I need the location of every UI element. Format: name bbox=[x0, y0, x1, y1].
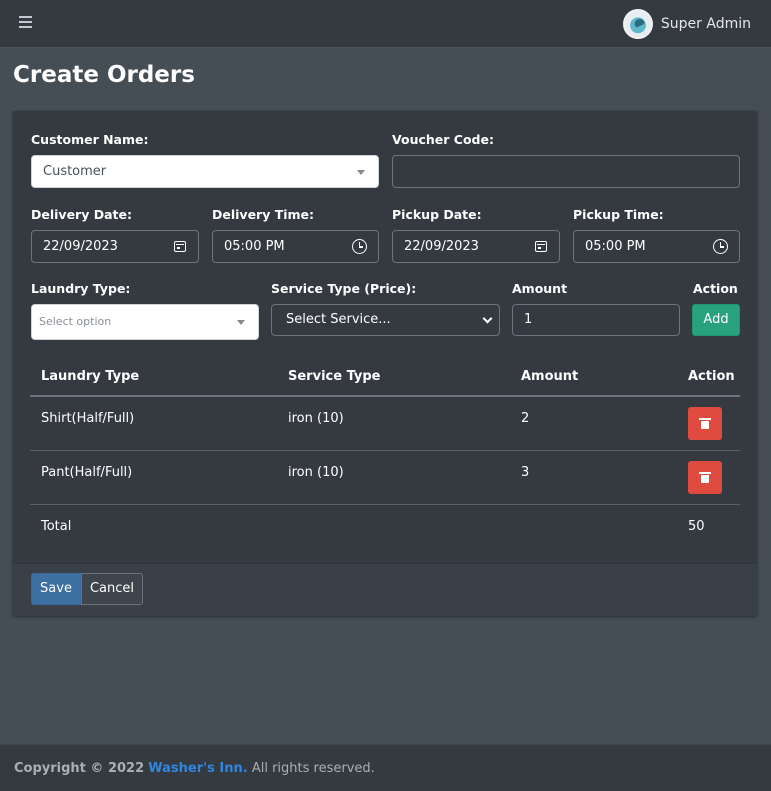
customer-select[interactable]: Customer bbox=[31, 155, 379, 188]
cancel-button[interactable]: Cancel bbox=[81, 573, 143, 605]
amount-input[interactable]: 1 bbox=[512, 304, 680, 336]
pickup-time-input[interactable]: 05:00 PM bbox=[573, 230, 740, 263]
total-label: Total bbox=[41, 519, 72, 534]
order-form-body: Customer Name: Customer Voucher Code: De… bbox=[13, 111, 757, 563]
caret-down-icon bbox=[357, 170, 365, 175]
action-label: Action bbox=[693, 281, 738, 296]
row-divider bbox=[30, 450, 740, 451]
add-button[interactable]: Add bbox=[692, 304, 740, 336]
voucher-code-input[interactable] bbox=[392, 155, 740, 188]
delivery-time-label: Delivery Time: bbox=[212, 207, 315, 222]
clock-icon[interactable] bbox=[713, 239, 728, 254]
delivery-date-label: Delivery Date: bbox=[31, 207, 132, 222]
row-service-type: iron (10) bbox=[288, 411, 344, 426]
table-header-action: Action bbox=[688, 369, 735, 384]
copyright-text: Copyright © 2022 bbox=[14, 761, 145, 776]
pickup-date-value: 22/09/2023 bbox=[404, 239, 479, 254]
laundry-type-select[interactable]: Select option bbox=[31, 304, 259, 340]
brand-link[interactable]: Washer's Inn. bbox=[148, 761, 247, 776]
trash-icon bbox=[699, 472, 711, 483]
pickup-date-label: Pickup Date: bbox=[392, 207, 482, 222]
pickup-date-input[interactable]: 22/09/2023 bbox=[392, 230, 560, 263]
voucher-code-label: Voucher Code: bbox=[392, 132, 494, 147]
amount-label: Amount bbox=[512, 281, 568, 296]
row-amount: 3 bbox=[521, 465, 530, 480]
row-divider bbox=[30, 504, 740, 505]
row-laundry-type: Shirt(Half/Full) bbox=[41, 411, 135, 426]
top-navbar: Super Admin bbox=[0, 0, 771, 48]
chevron-down-icon bbox=[482, 313, 493, 324]
row-amount: 2 bbox=[521, 411, 530, 426]
delivery-time-input[interactable]: 05:00 PM bbox=[212, 230, 379, 263]
rights-text: All rights reserved. bbox=[251, 761, 375, 776]
delivery-time-value: 05:00 PM bbox=[224, 239, 285, 254]
caret-down-icon bbox=[237, 320, 245, 325]
page-footer: Copyright © 2022 Washer's Inn. All right… bbox=[0, 744, 771, 791]
user-menu[interactable]: Super Admin bbox=[622, 8, 751, 40]
delete-row-button[interactable] bbox=[688, 461, 722, 494]
pickup-time-label: Pickup Time: bbox=[573, 207, 664, 222]
hamburger-menu-icon[interactable] bbox=[19, 16, 33, 30]
laundry-type-label: Laundry Type: bbox=[31, 281, 131, 296]
clock-icon[interactable] bbox=[352, 239, 367, 254]
avatar bbox=[622, 9, 653, 39]
delete-row-button[interactable] bbox=[688, 407, 722, 440]
service-type-select[interactable]: Select Service... bbox=[271, 304, 500, 336]
total-value: 50 bbox=[688, 519, 705, 534]
save-button[interactable]: Save bbox=[31, 573, 81, 605]
row-service-type: iron (10) bbox=[288, 465, 344, 480]
delivery-date-value: 22/09/2023 bbox=[43, 239, 118, 254]
table-header-laundry-type: Laundry Type bbox=[41, 369, 140, 384]
service-type-value: Select Service... bbox=[286, 312, 391, 327]
calendar-icon[interactable] bbox=[174, 241, 186, 252]
row-laundry-type: Pant(Half/Full) bbox=[41, 465, 133, 480]
table-header-service-type: Service Type bbox=[288, 369, 381, 384]
trash-icon bbox=[699, 418, 711, 429]
calendar-icon[interactable] bbox=[535, 241, 547, 252]
order-form-card: Customer Name: Customer Voucher Code: De… bbox=[13, 111, 757, 616]
laundry-type-placeholder: Select option bbox=[39, 315, 112, 328]
service-type-label: Service Type (Price): bbox=[271, 281, 417, 296]
user-name: Super Admin bbox=[660, 16, 751, 32]
delivery-date-input[interactable]: 22/09/2023 bbox=[31, 230, 199, 263]
customer-select-value: Customer bbox=[43, 164, 107, 179]
customer-name-label: Customer Name: bbox=[31, 132, 149, 147]
page-title: Create Orders bbox=[13, 62, 195, 88]
table-header-divider bbox=[30, 395, 740, 397]
pickup-time-value: 05:00 PM bbox=[585, 239, 646, 254]
table-header-amount: Amount bbox=[521, 369, 579, 384]
